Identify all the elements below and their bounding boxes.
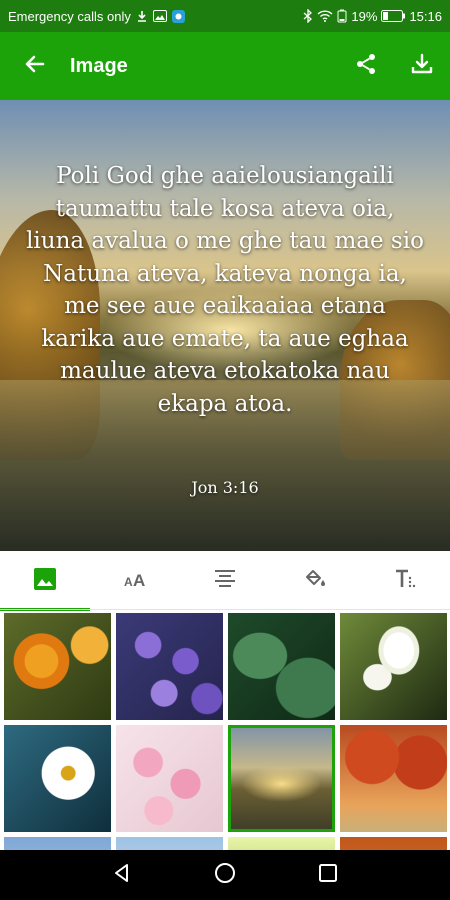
wifi-icon	[317, 10, 333, 22]
image-icon	[34, 567, 56, 595]
download-notification-icon	[136, 10, 148, 22]
text-size-icon: AA	[123, 569, 147, 594]
background-thumbnail[interactable]	[116, 837, 223, 850]
background-thumbnail[interactable]	[4, 613, 111, 720]
download-button[interactable]	[394, 32, 450, 100]
background-thumbnail[interactable]	[116, 725, 223, 832]
page-title: Image	[70, 54, 128, 77]
background-thumbnail[interactable]	[228, 613, 335, 720]
background-grid	[0, 611, 450, 850]
home-circle-icon	[214, 862, 236, 889]
bluetooth-icon	[303, 9, 313, 23]
background-thumbnail[interactable]	[340, 613, 447, 720]
battery-percent: 19%	[351, 8, 378, 24]
tab-background-image[interactable]	[0, 551, 90, 611]
nav-back-button[interactable]	[97, 850, 147, 900]
verse-text[interactable]: Poli God ghe aaielousiangaili taumattu t…	[26, 160, 424, 420]
app-bar-actions	[338, 32, 450, 100]
background-thumbnail[interactable]	[228, 837, 335, 850]
status-bar: Emergency calls only 19% 15:16	[0, 0, 450, 32]
background-thumbnail[interactable]	[116, 613, 223, 720]
download-icon	[410, 52, 434, 81]
verse-reference[interactable]: Jon 3:16	[0, 478, 450, 497]
background-thumbnail[interactable]	[340, 725, 447, 832]
screen: Emergency calls only 19% 15:16 Image Pol…	[0, 0, 450, 900]
carrier-text: Emergency calls only	[8, 8, 131, 24]
back-button[interactable]	[0, 32, 70, 100]
app-bar: Image	[0, 32, 450, 100]
clock: 15:16	[409, 8, 442, 24]
status-right: 19% 15:16	[303, 9, 442, 24]
tab-text-size[interactable]: AA	[90, 551, 180, 611]
svg-text:A: A	[124, 575, 133, 589]
app-notification-icon	[171, 9, 185, 23]
share-button[interactable]	[338, 32, 394, 100]
battery-icon	[381, 10, 406, 22]
background-thumbnail[interactable]	[4, 725, 111, 832]
svg-text:A: A	[133, 571, 145, 589]
tabs-divider	[0, 609, 450, 610]
background-thumbnail[interactable]	[340, 837, 447, 850]
nav-home-button[interactable]	[200, 850, 250, 900]
gallery-notification-icon	[152, 10, 167, 22]
back-triangle-icon	[112, 863, 132, 888]
verse-image-preview[interactable]: Poli God ghe aaielousiangaili taumattu t…	[0, 100, 450, 551]
text-format-icon	[394, 569, 416, 594]
recents-square-icon	[318, 863, 338, 888]
nav-recents-button[interactable]	[303, 850, 353, 900]
fill-color-icon	[304, 569, 326, 594]
tab-text-color[interactable]	[270, 551, 360, 611]
battery-saver-icon	[337, 9, 347, 23]
background-thumbnail[interactable]	[4, 837, 111, 850]
tab-text-align[interactable]	[180, 551, 270, 611]
share-icon	[354, 52, 378, 81]
arrow-back-icon	[23, 52, 47, 81]
status-left: Emergency calls only	[8, 9, 185, 24]
tab-text-format[interactable]	[360, 551, 450, 611]
background-thumbnail-selected[interactable]	[228, 725, 335, 832]
editor-tabs: AA	[0, 551, 450, 611]
align-center-icon	[214, 569, 236, 594]
system-nav-bar	[0, 850, 450, 900]
